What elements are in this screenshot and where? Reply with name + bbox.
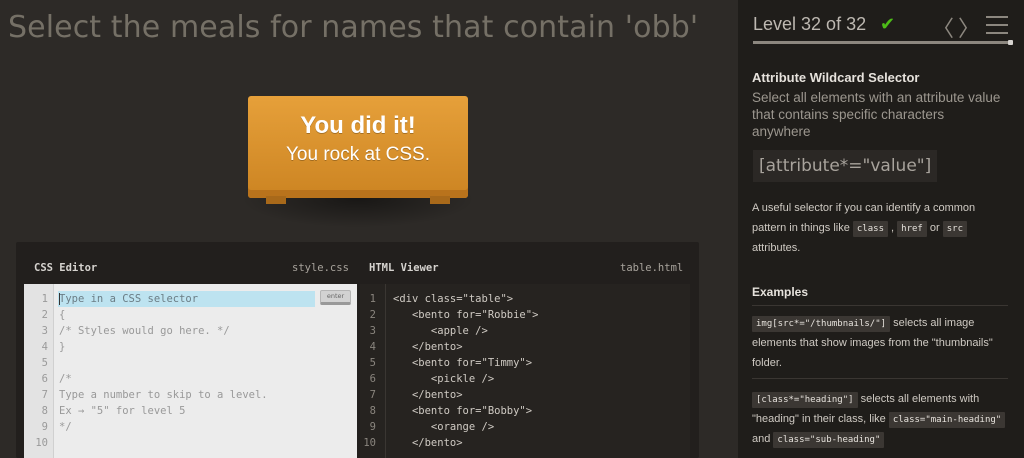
text-caret	[59, 293, 60, 305]
example-code: img[src*="/thumbnails/"]	[752, 316, 891, 332]
css-line-number: 10	[35, 437, 48, 449]
game-area: Select the meals for names that contain …	[0, 0, 738, 458]
html-code-line: <div class="table">	[393, 293, 514, 305]
level-instruction: Select the meals for names that contain …	[8, 10, 699, 45]
success-subline: You rock at CSS.	[286, 144, 430, 165]
examples-heading: Examples	[752, 285, 809, 299]
example-code: class="sub-heading"	[773, 432, 885, 448]
html-line-number: 2	[369, 309, 376, 321]
css-line-number: 4	[41, 341, 48, 353]
css-file-name: style.css	[292, 262, 349, 274]
css-code-line: /* Styles would go here. */	[59, 325, 230, 337]
hint-text: attributes.	[752, 242, 801, 254]
hint-tag-href: href	[897, 221, 927, 237]
html-line-number: 3	[369, 325, 376, 337]
html-code-line: <pickle />	[393, 373, 495, 385]
html-code-line: <bento for="Timmy">	[393, 357, 533, 369]
css-code-line: Type a number to skip to a level.	[59, 389, 268, 401]
success-headline: You did it!	[300, 112, 416, 139]
css-line-number: 7	[41, 389, 48, 401]
hint-text: or	[926, 222, 943, 234]
example-code: [class*="heading"]	[752, 392, 858, 408]
html-code-line: <orange />	[393, 421, 495, 433]
html-line-number: 9	[369, 421, 376, 433]
level-progress-fill	[753, 41, 1009, 44]
hint-tag-class: class	[852, 221, 888, 237]
css-line-number: 1	[41, 293, 48, 305]
html-code-line: <apple />	[393, 325, 488, 337]
level-progress-marker	[1008, 40, 1013, 45]
example-item: [class*="heading"] selects all elements …	[752, 389, 1008, 449]
html-line-number: 5	[369, 357, 376, 369]
level-complete-check-icon: ✔	[880, 14, 896, 34]
css-line-number: 8	[41, 405, 48, 417]
html-code-line: </bento>	[393, 389, 463, 401]
css-code-line: {	[59, 309, 66, 321]
css-line-number: 9	[41, 421, 48, 433]
html-code-line: </bento>	[393, 437, 463, 449]
html-code-line: <bento for="Bobby">	[393, 405, 533, 417]
html-line-number: 4	[369, 341, 376, 353]
css-line-number: 6	[41, 373, 48, 385]
html-code-line: </bento>	[393, 341, 463, 353]
selector-description: Select all elements with an attribute va…	[752, 90, 1001, 139]
html-file-name: table.html	[620, 262, 684, 274]
selector-hint: A useful selector if you can identify a …	[752, 198, 1008, 258]
html-line-number: 8	[369, 405, 376, 417]
examples-divider	[752, 378, 1008, 379]
level-menu-hamburger-icon[interactable]	[986, 16, 1008, 34]
level-indicator: Level 32 of 32	[753, 14, 867, 34]
html-line-number: 7	[369, 389, 376, 401]
html-code-line: <bento for="Robbie">	[393, 309, 539, 321]
selector-name: Attribute Wildcard Selector	[752, 70, 920, 85]
table-leg-left	[266, 196, 286, 204]
example-text: and	[752, 433, 774, 445]
css-line-number: 2	[41, 309, 48, 321]
html-line-number: 6	[369, 373, 376, 385]
css-code-line: Ex → "5" for level 5	[59, 405, 186, 417]
html-line-number: 1	[369, 293, 376, 305]
selector-syntax: [attribute*="value"]	[753, 150, 938, 182]
bento-table: You did it! You rock at CSS.	[248, 96, 468, 198]
css-editor-title: CSS Editor	[34, 262, 98, 274]
css-editor-pane[interactable]	[24, 284, 357, 458]
example-item: img[src*="/thumbnails/"] selects all ima…	[752, 313, 1008, 373]
hint-tag-src: src	[942, 221, 968, 237]
css-code-line: */	[59, 421, 72, 433]
examples-divider	[752, 305, 1008, 306]
css-code-line: }	[59, 341, 66, 353]
next-level-chevron-icon[interactable]: 〉	[958, 11, 980, 43]
hint-text: ,	[887, 222, 898, 234]
css-selector-input[interactable]	[58, 291, 315, 307]
enter-button[interactable]: enter	[320, 290, 351, 305]
html-line-number: 10	[363, 437, 376, 449]
css-line-number: 3	[41, 325, 48, 337]
html-viewer-title: HTML Viewer	[369, 262, 439, 274]
example-code: class="main-heading"	[888, 412, 1006, 428]
css-line-number: 5	[41, 357, 48, 369]
css-code-line: /*	[59, 373, 72, 385]
previous-level-chevron-icon[interactable]: 〈	[932, 11, 954, 43]
table-leg-right	[430, 196, 450, 204]
